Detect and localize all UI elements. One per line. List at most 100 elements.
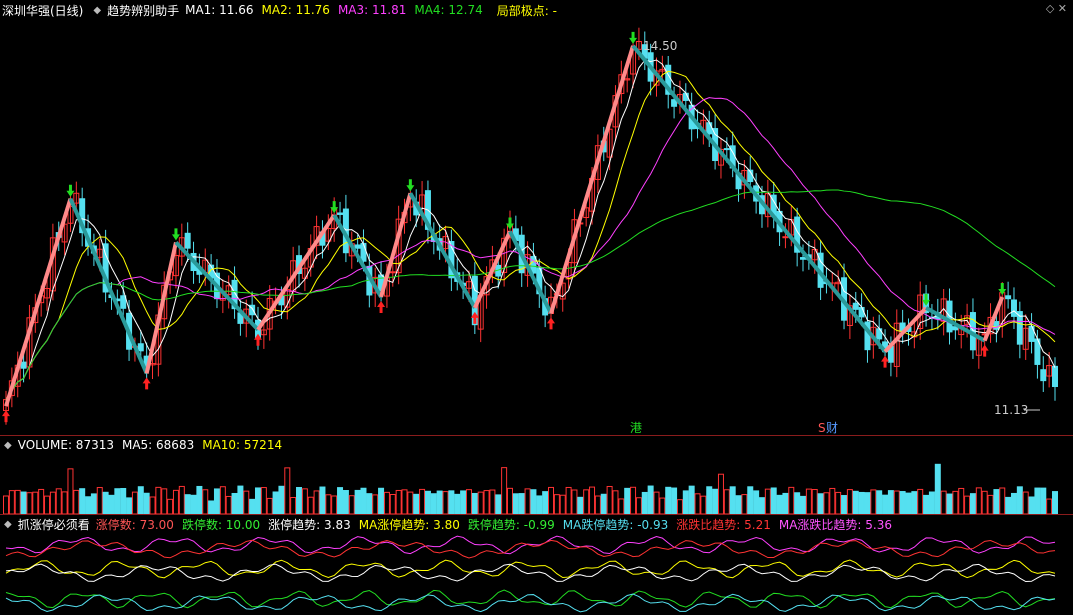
- panel-controls[interactable]: ◇ ✕: [1046, 2, 1067, 15]
- volume-bar: [993, 489, 1000, 514]
- indicator-name: 趋势辨别助手: [107, 3, 180, 18]
- volume-bar: [249, 498, 256, 514]
- volume-bar: [26, 492, 33, 514]
- volume-bar: [893, 490, 900, 514]
- low-price-label: 11.13: [994, 403, 1028, 417]
- volume-bar: [589, 486, 596, 514]
- volume-bar: [659, 497, 666, 514]
- volume-header: ◆ VOLUME: 87313 MA5: 68683 MA10: 57214: [0, 436, 1073, 454]
- volume-bar: [331, 495, 338, 514]
- zigzag-segment: [379, 192, 413, 298]
- sell-arrow-icon: [406, 179, 415, 192]
- volume-bar: [542, 491, 549, 514]
- volume-bar: [805, 488, 812, 514]
- sell-arrow-icon: [171, 228, 180, 241]
- buy-arrow-icon: [980, 344, 989, 357]
- volume-bar: [477, 491, 484, 514]
- volume-bar: [776, 494, 783, 514]
- volume-bar: [958, 487, 965, 514]
- volume-bar: [178, 485, 185, 514]
- volume-bar: [325, 494, 332, 514]
- candle: [782, 236, 789, 239]
- volume-bar: [96, 487, 103, 514]
- volume-readouts: VOLUME: 87313 MA5: 68683 MA10: 57214: [18, 438, 290, 452]
- volume-bar: [964, 495, 971, 514]
- volume-bar: [800, 495, 807, 514]
- volume-bar: [448, 490, 455, 514]
- ma-readout-1: MA2: 11.76: [261, 3, 330, 17]
- s-marker: S: [818, 421, 826, 435]
- collapse-icon[interactable]: ◆: [4, 519, 12, 530]
- volume-bar: [1010, 492, 1017, 514]
- volume-bar: [917, 488, 924, 514]
- limit-readout-7: MA涨跌比趋势: 5.36: [778, 517, 892, 532]
- finance-marker: 财: [826, 421, 838, 435]
- volume-bar: [1028, 496, 1035, 514]
- volume-bar: [161, 488, 168, 514]
- volume-bar: [981, 490, 988, 514]
- volume-bar: [794, 492, 801, 514]
- ma-readout-0: MA1: 11.66: [185, 3, 254, 17]
- zigzag-segment: [4, 198, 73, 407]
- volume-bar: [372, 494, 379, 514]
- volume-bar: [430, 493, 437, 514]
- volume-bar: [436, 490, 443, 514]
- candle: [389, 271, 396, 274]
- volume-bar: [635, 497, 642, 514]
- volume-bar: [712, 488, 719, 514]
- volume-bar: [829, 487, 836, 514]
- volume-bar: [1005, 496, 1012, 514]
- volume-bar: [747, 486, 754, 514]
- volume-bar: [553, 494, 560, 514]
- close-icon: ✕: [1057, 2, 1067, 15]
- limit-readout-0: 涨停数: 73.00: [95, 517, 174, 532]
- volume-bar: [852, 490, 859, 514]
- volume-bar: [55, 488, 62, 514]
- volume-bar: [219, 486, 226, 514]
- limit-chart: [5, 535, 1056, 613]
- volume-bar: [1022, 491, 1029, 514]
- collapse-icon[interactable]: ◆: [93, 5, 101, 16]
- candle: [354, 244, 361, 249]
- volume-bar: [155, 486, 162, 514]
- candle: [1005, 295, 1012, 300]
- buy-arrow-icon: [547, 317, 556, 330]
- volume-bar: [524, 488, 531, 514]
- candle: [337, 212, 344, 215]
- volume-bar: [284, 467, 291, 514]
- limit-readout-3: MA涨停趋势: 3.80: [358, 517, 460, 532]
- volume-bar: [899, 491, 906, 514]
- volume-bar: [90, 493, 97, 514]
- volume-bar: [923, 494, 930, 514]
- ma-readout-3: MA4: 12.74: [414, 3, 483, 17]
- volume-bar: [735, 495, 742, 514]
- volume-bar: [694, 493, 701, 514]
- volume-bar: [512, 493, 519, 514]
- volume-bar: [424, 490, 431, 514]
- volume-bar: [559, 494, 566, 514]
- volume-bar: [278, 485, 285, 514]
- volume-bar: [442, 491, 449, 514]
- volume-bar: [20, 491, 27, 514]
- volume-bar: [729, 486, 736, 514]
- volume-bar: [114, 488, 121, 514]
- diamond-icon: ◇: [1045, 2, 1055, 15]
- volume-bar: [653, 491, 660, 514]
- volume-bar: [841, 495, 848, 514]
- volume-bar: [987, 494, 994, 514]
- volume-bar: [647, 485, 654, 514]
- candle: [20, 361, 27, 369]
- volume-bar: [395, 489, 402, 514]
- volume-bar: [378, 487, 385, 514]
- volume-bar: [764, 488, 771, 514]
- volume-bar: [172, 489, 179, 514]
- volume-bar: [530, 489, 537, 514]
- volume-bar: [753, 490, 760, 514]
- collapse-icon[interactable]: ◆: [4, 440, 12, 451]
- candle: [706, 122, 713, 135]
- volume-bar: [548, 486, 555, 514]
- volume-bar: [3, 495, 9, 514]
- candle: [120, 295, 127, 309]
- volume-bar: [489, 489, 496, 514]
- volume-bar: [1016, 486, 1023, 514]
